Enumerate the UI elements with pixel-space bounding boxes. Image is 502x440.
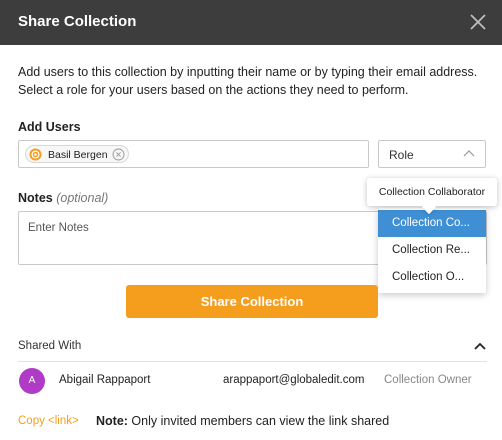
notes-label: Notes (optional) xyxy=(18,191,108,205)
member-email: arappaport@globaledit.com xyxy=(223,374,365,386)
role-option-owner[interactable]: Collection O... xyxy=(378,264,486,291)
member-name: Abigail Rappaport xyxy=(59,374,151,386)
remove-x-icon[interactable] xyxy=(112,148,125,161)
dialog-title: Share Collection xyxy=(18,13,137,30)
close-icon[interactable] xyxy=(466,10,490,34)
note-text: Only invited members can view the link s… xyxy=(127,414,390,428)
shared-with-label: Shared With xyxy=(18,340,82,352)
role-option-collaborator[interactable]: Collection Co... xyxy=(378,210,486,237)
user-chip-name: Basil Bergen xyxy=(48,149,108,161)
copy-link[interactable]: Copy <link> xyxy=(18,415,79,427)
dialog-description: Add users to this collection by inputtin… xyxy=(18,65,478,97)
chevron-up-icon xyxy=(463,150,475,157)
role-tooltip-text: Collection Collaborator xyxy=(378,186,486,198)
note-label: Note: xyxy=(96,414,128,428)
role-dropdown-menu: Collection Co... Collection Re... Collec… xyxy=(378,208,486,293)
dialog-header: Share Collection xyxy=(0,0,502,45)
add-users-label: Add Users xyxy=(18,120,81,134)
avatar: A xyxy=(19,368,45,394)
add-users-input[interactable]: Basil Bergen xyxy=(18,140,369,168)
role-option-reviewer[interactable]: Collection Re... xyxy=(378,237,486,264)
footer-note: Note: Only invited members can view the … xyxy=(96,414,389,428)
role-tooltip: Collection Collaborator xyxy=(367,178,497,215)
role-select-label: Role xyxy=(389,148,414,162)
role-select[interactable]: Role xyxy=(378,140,486,168)
member-role: Collection Owner xyxy=(384,374,472,386)
user-chip: Basil Bergen xyxy=(25,145,129,163)
notes-label-text: Notes xyxy=(18,191,53,205)
divider xyxy=(18,361,487,362)
share-collection-button[interactable]: Share Collection xyxy=(126,285,378,318)
chevron-up-icon[interactable] xyxy=(473,341,487,351)
notes-optional-text: (optional) xyxy=(56,191,109,205)
user-avatar-icon xyxy=(29,148,42,161)
